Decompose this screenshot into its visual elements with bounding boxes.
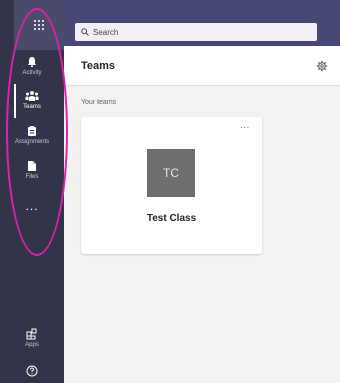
help-icon — [26, 365, 38, 377]
teams-icon — [25, 91, 39, 101]
search-icon — [81, 28, 89, 36]
section-label: Your teams — [81, 99, 117, 106]
rail-item-apps[interactable]: Apps — [0, 328, 64, 348]
rail-item-activity[interactable]: Activity — [0, 56, 64, 76]
rail-item-label: Apps — [25, 342, 39, 348]
more-apps-button[interactable]: ... — [0, 199, 64, 213]
rail-item-label: Teams — [23, 104, 41, 110]
main-content: Teams Your teams ... TC Test Class — [64, 46, 340, 383]
rail-item-label: Activity — [22, 70, 42, 76]
rail-item-label: Files — [25, 174, 39, 180]
team-card[interactable]: ... TC Test Class — [81, 117, 262, 254]
more-options-icon[interactable]: ... — [240, 121, 250, 131]
assignments-icon — [28, 126, 36, 136]
page-title: Teams — [81, 60, 116, 72]
more-icon: ... — [25, 199, 39, 213]
bell-icon — [28, 57, 36, 67]
left-app-rail: Activity Teams Assignments Files ... App… — [0, 0, 64, 383]
file-icon — [28, 161, 36, 171]
search-input[interactable]: Search — [93, 28, 118, 37]
rail-item-teams[interactable]: Teams — [0, 90, 64, 110]
team-name: Test Class — [146, 213, 197, 224]
rail-item-label: Assignments — [14, 139, 50, 145]
rail-item-assignments[interactable]: Assignments — [0, 125, 64, 145]
top-bar: Search — [64, 0, 340, 46]
waffle-icon — [34, 20, 44, 30]
app-launcher-button[interactable] — [14, 0, 64, 50]
search-box[interactable]: Search — [75, 23, 317, 41]
team-avatar: TC — [147, 149, 195, 197]
rail-item-files[interactable]: Files — [0, 160, 64, 180]
team-initials: TC — [163, 166, 179, 180]
help-button[interactable] — [0, 365, 64, 377]
gear-icon[interactable] — [316, 60, 328, 72]
page-header: Teams — [64, 46, 340, 86]
apps-icon — [26, 328, 37, 340]
